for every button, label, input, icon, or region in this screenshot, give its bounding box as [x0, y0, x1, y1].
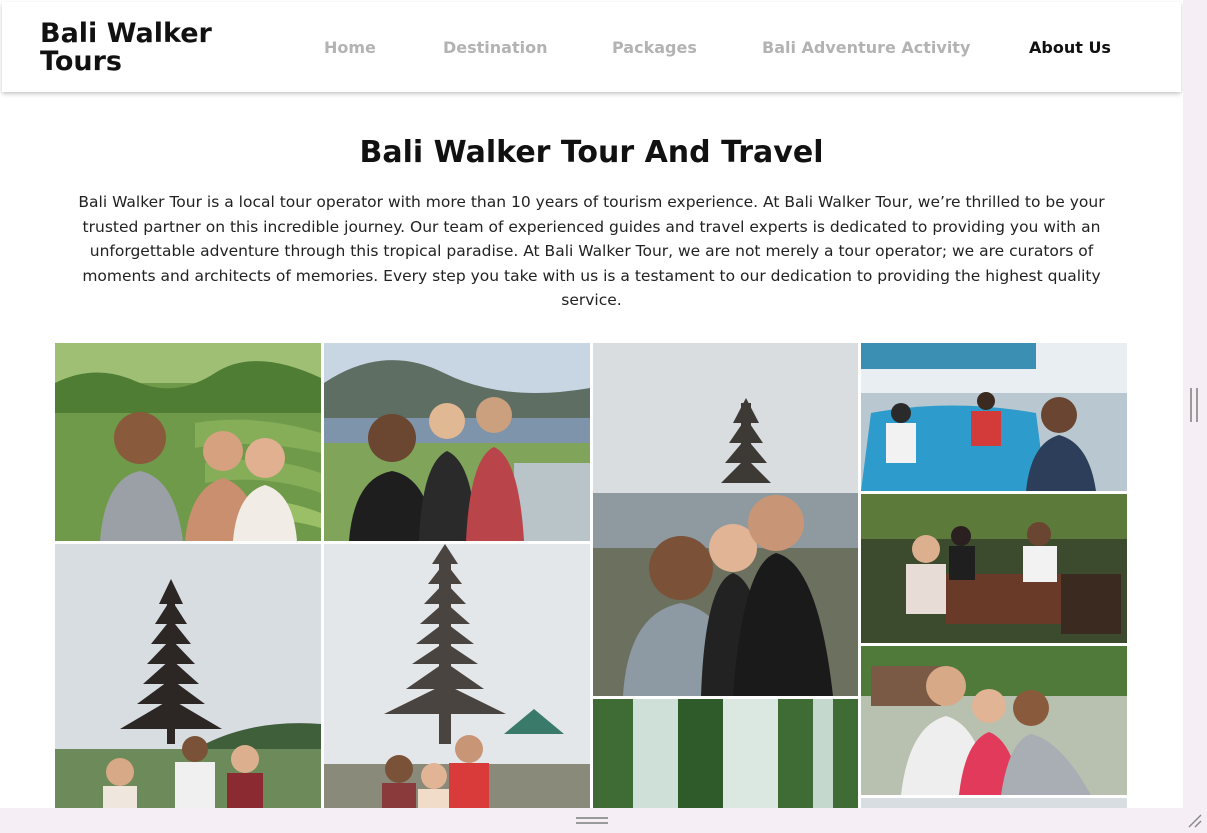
brand-line-2: Tours [40, 46, 122, 77]
nav-home[interactable]: Home [324, 38, 376, 57]
next-photo-partial [861, 798, 1127, 808]
vertical-scroll-grip-icon[interactable] [1190, 388, 1198, 422]
mountain-lake-viewpoint-photo[interactable] [324, 343, 590, 541]
nav-bali-adventure-activity[interactable]: Bali Adventure Activity [762, 38, 970, 57]
resize-handle-icon[interactable] [1186, 812, 1202, 828]
temple-pagoda-group-photo[interactable] [55, 544, 321, 808]
rice-terrace-selfie-photo[interactable] [55, 343, 321, 541]
page-viewport: Bali Walker Tours Home Destination Packa… [0, 0, 1183, 808]
ulun-danu-temple-photo[interactable] [324, 544, 590, 808]
waterfall-photo[interactable] [593, 699, 858, 808]
about-description: Bali Walker Tour is a local tour operato… [78, 193, 1105, 309]
nav-about-us[interactable]: About Us [1029, 38, 1111, 57]
page-title: Bali Walker Tour And Travel [359, 135, 824, 170]
restaurant-lunch-photo[interactable] [861, 494, 1127, 643]
navbar: Bali Walker Tours Home Destination Packa… [2, 2, 1181, 92]
horizontal-scroll-grip-icon[interactable] [576, 817, 608, 824]
boat-trip-photo[interactable] [861, 343, 1127, 491]
nav-packages[interactable]: Packages [612, 38, 697, 57]
brand-logo[interactable]: Bali Walker Tours [40, 20, 240, 76]
street-selfie-photo[interactable] [861, 646, 1127, 795]
lake-temple-group-selfie-photo[interactable] [593, 343, 858, 696]
nav-destination[interactable]: Destination [443, 38, 548, 57]
brand-line-1: Bali Walker [40, 18, 212, 49]
